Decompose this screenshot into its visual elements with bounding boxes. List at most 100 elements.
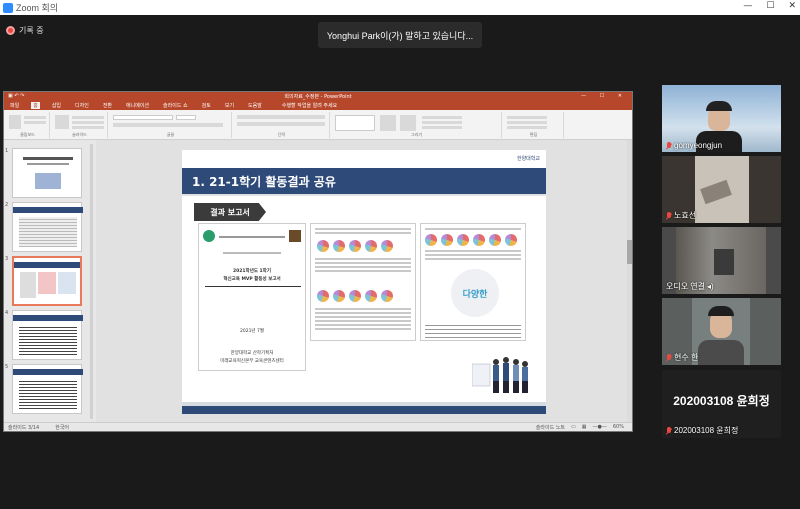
- participant-name: 현수 한: [666, 352, 698, 363]
- view-sorter-icon[interactable]: ▦: [582, 424, 587, 431]
- report-org-2: 미래교육혁신본부 교육콘텐츠센터: [220, 359, 284, 364]
- audio-icon: ◂): [707, 282, 714, 291]
- report-cover-image[interactable]: 2021학년도 1학기 혁신교육 MVP 활동성 보고서 2021년 7월 한양…: [198, 223, 306, 371]
- tab-design[interactable]: 디자인: [73, 102, 91, 109]
- ribbon-label: 클립보드: [20, 132, 35, 137]
- maximize-icon[interactable]: ☐: [766, 1, 774, 11]
- slide-thumbnail[interactable]: [12, 310, 83, 360]
- report-subtitle: 혁신교육 MVP 활동성 보고서: [223, 277, 281, 282]
- section-tag[interactable]: 결과 보고서: [194, 203, 266, 221]
- ribbon-group-drawing[interactable]: 그리기: [332, 112, 502, 138]
- shared-screen[interactable]: ▣ ↶ ↷ 회의자료_수정본 - PowerPoint — ☐ ✕ 파일 홈 삽…: [3, 91, 633, 432]
- status-slide-count: 슬라이드 3/14: [8, 424, 40, 431]
- slide-edit-area[interactable]: 한양대학교 1. 21-1학기 활동결과 공유 결과 보고서 2021학년도 1…: [96, 140, 632, 423]
- report-page-results[interactable]: 다양한: [420, 223, 526, 341]
- ribbon-group-clipboard[interactable]: 클립보드: [6, 112, 50, 138]
- muted-mic-icon: [666, 353, 672, 362]
- slide-thumbnail-pane[interactable]: 1 2 3 4 5: [4, 140, 92, 423]
- ribbon-group-slides[interactable]: 슬라이드: [52, 112, 108, 138]
- pie-chart-row: [317, 290, 393, 302]
- ppt-ribbon: 클립보드 슬라이드 글꼴 단락 그리기 편집: [4, 110, 632, 140]
- slide-thumbnail[interactable]: [12, 364, 83, 414]
- people-illustration: [472, 357, 528, 393]
- ribbon-label: 그리기: [410, 132, 423, 137]
- zoom-controls[interactable]: 슬라이드 노트 ▭ ▦ —●— 60%: [536, 424, 624, 431]
- ppt-filename: 회의자료_수정본 - PowerPoint: [284, 94, 352, 100]
- tab-help[interactable]: 도움말: [246, 102, 264, 109]
- report-page-survey[interactable]: [310, 223, 416, 341]
- slide-scrollbar[interactable]: [627, 140, 632, 423]
- window-controls: — ☐ ✕: [743, 1, 796, 11]
- participant-name: 202003108 윤희정: [666, 425, 738, 436]
- ppt-ribbon-tabs: 파일 홈 삽입 디자인 전환 애니메이션 슬라이드 쇼 검토 보기 도움말 수행…: [4, 101, 632, 110]
- tab-home[interactable]: 홈: [31, 102, 40, 109]
- participant-display-name: 202003108 윤희정: [673, 394, 770, 408]
- ribbon-label: 글꼴: [166, 132, 175, 137]
- thumb-number: 1: [5, 148, 9, 154]
- participant-name: 오디오 연결 ◂): [666, 282, 714, 291]
- tab-view[interactable]: 보기: [223, 102, 236, 109]
- tab-file[interactable]: 파일: [8, 102, 21, 109]
- ribbon-group-paragraph[interactable]: 단락: [234, 112, 330, 138]
- zoom-titlebar: Zoom 회의 — ☐ ✕: [0, 0, 800, 15]
- participant-tile[interactable]: 오디오 연결 ◂): [662, 227, 781, 294]
- thumbnail-scrollbar[interactable]: [90, 144, 93, 419]
- slide-thumbnail-selected[interactable]: [12, 256, 82, 306]
- close-icon[interactable]: ✕: [788, 1, 796, 11]
- tab-slideshow[interactable]: 슬라이드 쇼: [161, 102, 190, 109]
- ribbon-group-editing[interactable]: 편집: [504, 112, 564, 138]
- participant-tile[interactable]: 노효선: [662, 156, 781, 223]
- zoom-level[interactable]: 60%: [613, 424, 624, 431]
- thumb-number: 3: [5, 256, 9, 262]
- zoom-logo-icon: [3, 2, 13, 13]
- status-notes[interactable]: 슬라이드 노트: [536, 424, 565, 431]
- report-title: 2021학년도 1학기: [233, 269, 271, 274]
- word-cloud: 다양한: [451, 269, 499, 317]
- slide-footer-bar: [182, 406, 546, 414]
- slide-thumbnail[interactable]: [12, 148, 82, 198]
- muted-mic-icon: [666, 211, 672, 220]
- recording-indicator[interactable]: 기록 중: [6, 25, 44, 36]
- active-speaker-text: Yonghui Park이(가) 말하고 있습니다...: [326, 30, 474, 41]
- university-logo: 한양대학교: [516, 156, 540, 162]
- slide-heading[interactable]: 1. 21-1학기 활동결과 공유: [182, 168, 546, 194]
- participant-name: 노효선: [666, 210, 696, 221]
- status-language[interactable]: 한국어: [55, 424, 69, 431]
- minimize-icon[interactable]: —: [743, 1, 752, 11]
- record-icon: [6, 26, 15, 35]
- recording-label: 기록 중: [19, 26, 44, 35]
- muted-mic-icon: [666, 426, 672, 435]
- heading-underline: [182, 194, 546, 196]
- ribbon-label: 슬라이드: [72, 132, 87, 137]
- participant-name: gomyeongjun: [666, 141, 722, 150]
- word-cloud-word: 다양한: [462, 289, 488, 300]
- tab-transitions[interactable]: 전환: [101, 102, 114, 109]
- tab-review[interactable]: 검토: [200, 102, 213, 109]
- pie-chart-row: [317, 240, 393, 252]
- slide-canvas[interactable]: 한양대학교 1. 21-1학기 활동결과 공유 결과 보고서 2021학년도 1…: [182, 150, 546, 414]
- slide-thumbnail[interactable]: [12, 202, 83, 252]
- quick-access-toolbar[interactable]: ▣ ↶ ↷: [8, 93, 24, 99]
- report-org-1: 한양대학교 산학기획처: [230, 351, 274, 356]
- view-normal-icon[interactable]: ▭: [571, 424, 576, 431]
- participant-tile[interactable]: gomyeongjun: [662, 85, 781, 152]
- pie-chart-row: [425, 234, 517, 246]
- report-date: 2021년 7월: [239, 329, 265, 334]
- thumb-number: 2: [5, 202, 9, 208]
- zoom-slider[interactable]: —●—: [593, 424, 607, 431]
- ppt-window-controls[interactable]: — ☐ ✕: [581, 93, 628, 99]
- ppt-titlebar: ▣ ↶ ↷ 회의자료_수정본 - PowerPoint — ☐ ✕: [4, 92, 632, 101]
- participant-tile[interactable]: 현수 한: [662, 298, 781, 365]
- tell-me-search[interactable]: 수행할 작업을 알려 주세요: [282, 102, 337, 109]
- thumb-number: 5: [5, 364, 9, 370]
- muted-mic-icon: [666, 141, 672, 150]
- participant-tile[interactable]: 202003108 윤희정 202003108 윤희정: [662, 370, 781, 438]
- thumb-number: 4: [5, 310, 9, 316]
- tab-animations[interactable]: 애니메이션: [124, 102, 151, 109]
- ribbon-group-font[interactable]: 글꼴: [110, 112, 232, 138]
- ppt-statusbar: 슬라이드 3/14 한국어 슬라이드 노트 ▭ ▦ —●— 60%: [4, 422, 632, 431]
- window-title: Zoom 회의: [16, 3, 59, 13]
- ribbon-label: 단락: [277, 132, 286, 137]
- active-speaker-banner: Yonghui Park이(가) 말하고 있습니다...: [318, 22, 482, 48]
- tab-insert[interactable]: 삽입: [50, 102, 63, 109]
